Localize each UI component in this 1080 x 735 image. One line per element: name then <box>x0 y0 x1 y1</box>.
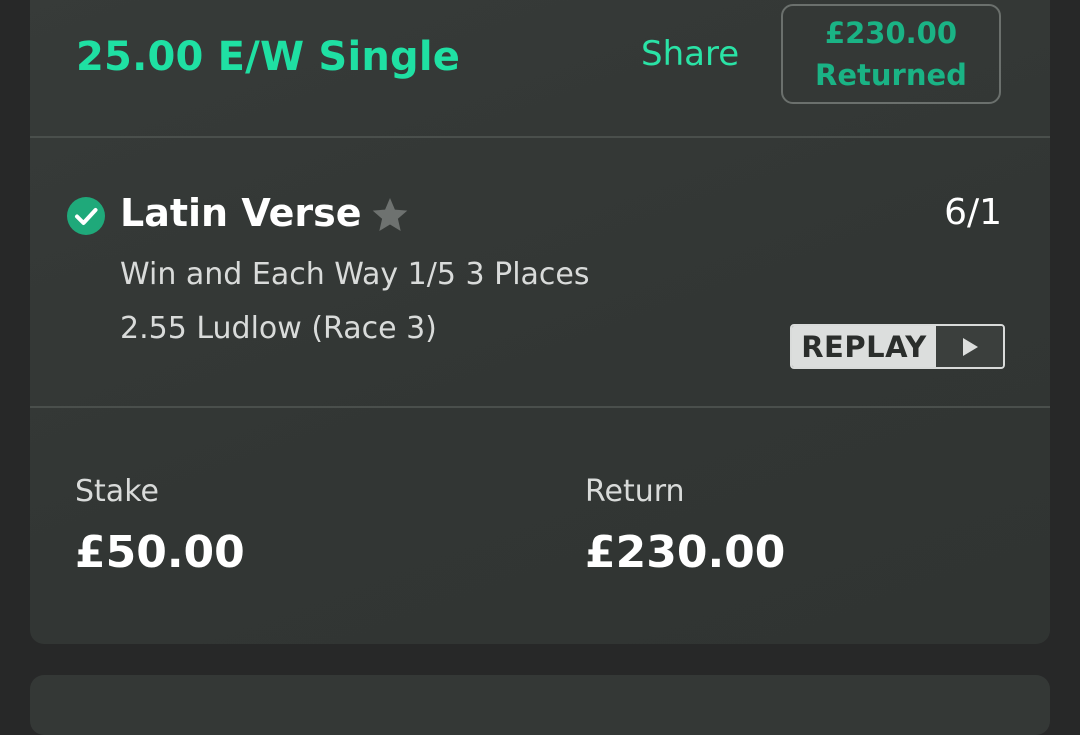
replay-label: REPLAY <box>792 326 936 367</box>
check-circle-icon <box>67 197 105 235</box>
market-description: Win and Each Way 1/5 3 Places <box>120 257 590 292</box>
stake-value: £50.00 <box>75 527 245 578</box>
returned-label: Returned <box>815 58 967 92</box>
return-label: Return <box>585 474 685 509</box>
bet-title: 25.00 E/W Single <box>76 34 461 80</box>
share-button[interactable]: Share <box>641 34 739 74</box>
play-icon-wrap <box>936 326 1003 367</box>
return-block: Return £230.00 <box>585 474 785 578</box>
replay-button[interactable]: REPLAY <box>790 324 1005 369</box>
divider <box>30 136 1050 138</box>
next-bet-card <box>30 675 1050 735</box>
play-icon <box>962 337 978 356</box>
bet-totals: Stake £50.00 Return £230.00 <box>30 427 1050 644</box>
selection-odds: 6/1 <box>944 192 1002 233</box>
divider <box>30 406 1050 408</box>
return-value: £230.00 <box>585 527 786 578</box>
returned-amount: £230.00 <box>824 16 958 50</box>
bet-card: 25.00 E/W Single Share £230.00 Returned … <box>30 0 1050 644</box>
returned-badge: £230.00 Returned <box>781 4 1001 104</box>
bet-header: 25.00 E/W Single Share £230.00 Returned <box>30 0 1050 137</box>
stake-block: Stake £50.00 <box>75 474 245 578</box>
event-description: 2.55 Ludlow (Race 3) <box>120 311 437 346</box>
star-icon[interactable] <box>370 195 410 235</box>
selection-name: Latin Verse <box>120 191 362 235</box>
stake-label: Stake <box>75 474 159 509</box>
selection-row: Latin Verse 6/1 Win and Each Way 1/5 3 P… <box>30 159 1050 427</box>
